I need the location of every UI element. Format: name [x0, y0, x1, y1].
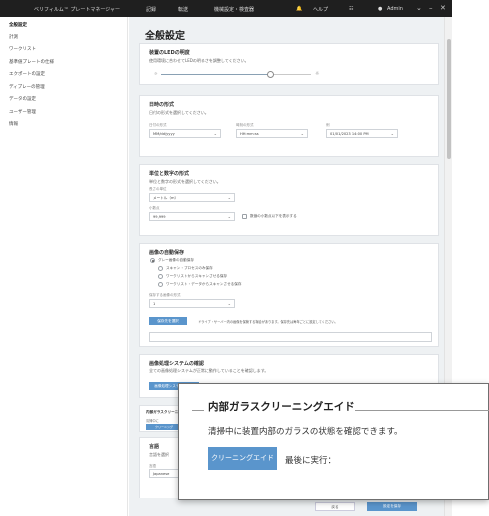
- autosave-card: 画像の自動保存 グレー画像の自動保存 スキャン・プロセスのみ保存 ワークリストか…: [139, 243, 439, 347]
- brightness-card: 装置のLEDの明度 使用環境に合わせてLEDの明るさを調整してください。 ☼ ☼: [139, 43, 439, 85]
- format-select[interactable]: 1 ⌄: [149, 299, 235, 308]
- date-format-label: 日付の形式: [149, 123, 167, 127]
- decimal-checkbox[interactable]: [242, 214, 247, 219]
- date-format-value: MM/dd/yyyy: [153, 132, 175, 136]
- length-unit-value: メートル（m）: [153, 196, 179, 200]
- save-path-input[interactable]: [149, 332, 432, 342]
- glass-button[interactable]: クリーニング: [146, 424, 182, 430]
- unit-format-desc: 単位と数字の形式を選択してください。: [149, 179, 221, 184]
- date-format-card: 日時の形式 日付の形式を選択してください。 日付の形式 MM/dd/yyyy ⌄ …: [139, 95, 439, 157]
- example-label: 例: [326, 123, 330, 127]
- date-format-header: 日時の形式: [149, 102, 175, 108]
- scrollbar-thumb[interactable]: [447, 39, 451, 159]
- app-title: ベリフィルム™ プレートマネージャー: [34, 7, 121, 13]
- chevron-down-icon: ⌄: [390, 131, 394, 136]
- decimal-checkbox-label: 数値の小数点以下を表示する: [250, 214, 297, 218]
- menu-transfer[interactable]: 転送: [178, 6, 188, 13]
- sun-bright-icon: ☼: [315, 71, 320, 77]
- page-title: 全般設定: [145, 31, 185, 42]
- sun-dim-icon: ☼: [154, 71, 158, 76]
- system-check-desc: 全ての画像処理システムが正常に動作していることを確認します。: [149, 368, 269, 373]
- language-header: 言語: [149, 444, 160, 450]
- system-check-header: 画像処理システムの確認: [149, 361, 204, 367]
- brightness-header: 装置のLEDの明度: [149, 50, 190, 56]
- bell-icon[interactable]: 🔔: [296, 6, 302, 12]
- time-format-label: 時刻の形式: [236, 123, 254, 127]
- callout-desc: 清掃中に装置内部のガラスの状態を確認できます。: [208, 427, 403, 437]
- unit-format-header: 単位と数字の形式: [149, 171, 190, 177]
- app-window: ベリフィルム™ プレートマネージャー 記録 転送 機械設定・検査器 🔔 ヘルプ …: [0, 0, 489, 516]
- callout-divider-right: [355, 410, 489, 411]
- title-bar: ベリフィルム™ プレートマネージャー 記録 転送 機械設定・検査器 🔔 ヘルプ …: [0, 0, 452, 17]
- autosave-radio-0[interactable]: [150, 258, 155, 263]
- decimal-label: 小数点: [149, 206, 160, 210]
- sidebar-item-plate-spec[interactable]: 基準値プレートの仕様: [9, 59, 54, 65]
- sidebar-item-worklist[interactable]: ワークリスト: [9, 46, 36, 52]
- example-select[interactable]: 01/01/2023 14:00 PM ⌄: [326, 129, 398, 138]
- choose-folder-button[interactable]: 保存先を選択: [149, 317, 187, 325]
- autosave-radio-3-label: ワークリスト・データからスキャンさせる保存: [166, 282, 242, 286]
- sidebar-item-users[interactable]: ユーザー管理: [9, 109, 36, 115]
- sidebar: 全般設定 計測 ワークリスト 基準値プレートの仕様 エクポートの設定 ディプレー…: [0, 17, 128, 516]
- cancel-button[interactable]: 戻る: [315, 502, 355, 511]
- example-value: 01/01/2023 14:00 PM: [330, 132, 369, 136]
- menu-records[interactable]: 記録: [146, 6, 156, 13]
- time-format-value: HH:mm:ss: [240, 132, 259, 136]
- autosave-radio-2-label: ワークリストからスキャンさせる保存: [166, 274, 228, 278]
- grid-icon[interactable]: ☷: [349, 6, 354, 12]
- date-format-desc: 日付の形式を選択してください。: [149, 110, 209, 115]
- format-select-value: 1: [153, 302, 156, 306]
- brightness-desc: 使用環境に合わせてLEDの明るさを調整してください。: [149, 58, 249, 63]
- sidebar-item-info[interactable]: 情報: [9, 121, 18, 127]
- callout-last-run: 最後に実行：: [285, 456, 337, 466]
- sidebar-item-measure[interactable]: 計測: [9, 34, 18, 40]
- autosave-radio-1-label: スキャン・プロセスのみ保存: [166, 266, 213, 270]
- length-unit-label: 長さの単位: [149, 187, 167, 191]
- length-unit-select[interactable]: メートル（m） ⌄: [149, 193, 235, 202]
- autosave-note: ドライブ・サーバー内の画像を保管する場合があります。保存先は毎年ごとに設定してく…: [198, 320, 338, 324]
- zoom-callout: 内部ガラスクリーニングエイド 清掃中に装置内部のガラスの状態を確認できます。 ク…: [178, 383, 489, 500]
- menu-machine-settings[interactable]: 機械設定・検査器: [214, 6, 254, 13]
- autosave-header: 画像の自動保存: [149, 250, 185, 256]
- decimal-select[interactable]: 99,999 ⌄: [149, 212, 235, 221]
- close-icon[interactable]: ✕: [440, 4, 446, 12]
- minimize-icon[interactable]: –: [429, 4, 433, 12]
- autosave-radio-2[interactable]: [158, 274, 163, 279]
- run-cleaning-aid-button[interactable]: クリーニングエイドの実行: [208, 447, 277, 485]
- chevron-down-icon: ⌄: [227, 301, 231, 306]
- date-format-select[interactable]: MM/dd/yyyy ⌄: [149, 129, 221, 138]
- sidebar-item-export[interactable]: エクポートの設定: [9, 71, 45, 77]
- footer: 戻る 設定を保存: [129, 498, 444, 516]
- brightness-slider-thumb[interactable]: [267, 71, 274, 78]
- user-menu[interactable]: Admin: [387, 6, 403, 12]
- callout-divider-left: [192, 410, 204, 411]
- unit-format-card: 単位と数字の形式 単位と数字の形式を選択してください。 長さの単位 メートル（m…: [139, 164, 439, 236]
- sidebar-item-data[interactable]: データの設定: [9, 96, 36, 102]
- save-button[interactable]: 設定を保存: [367, 502, 417, 511]
- chevron-down-icon: ⌄: [300, 131, 304, 136]
- help-link[interactable]: ヘルプ: [313, 6, 328, 13]
- language-value: Japanese: [153, 472, 170, 476]
- autosave-radio-1[interactable]: [158, 266, 163, 271]
- chevron-down-icon: ⌄: [213, 131, 217, 136]
- chevron-down-icon[interactable]: ⌄: [416, 4, 422, 12]
- avatar-icon: ●: [378, 6, 383, 12]
- callout-title: 内部ガラスクリーニングエイド: [208, 401, 355, 413]
- format-select-label: 保存する画像の形式: [149, 293, 181, 297]
- sidebar-item-display[interactable]: ディプレーの管理: [9, 84, 45, 90]
- sidebar-item-general[interactable]: 全般設定: [9, 22, 27, 28]
- decimal-value: 99,999: [153, 215, 166, 219]
- chevron-down-icon: ⌄: [227, 214, 231, 219]
- language-desc: 言語を選択: [149, 452, 169, 457]
- brightness-fill: [161, 74, 271, 75]
- glass-desc: 清掃中に: [146, 419, 159, 423]
- autosave-radio-3[interactable]: [158, 282, 163, 287]
- chevron-down-icon: ⌄: [227, 195, 231, 200]
- time-format-select[interactable]: HH:mm:ss ⌄: [236, 129, 308, 138]
- autosave-radio-0-label: グレー画像の自動保存: [158, 258, 194, 262]
